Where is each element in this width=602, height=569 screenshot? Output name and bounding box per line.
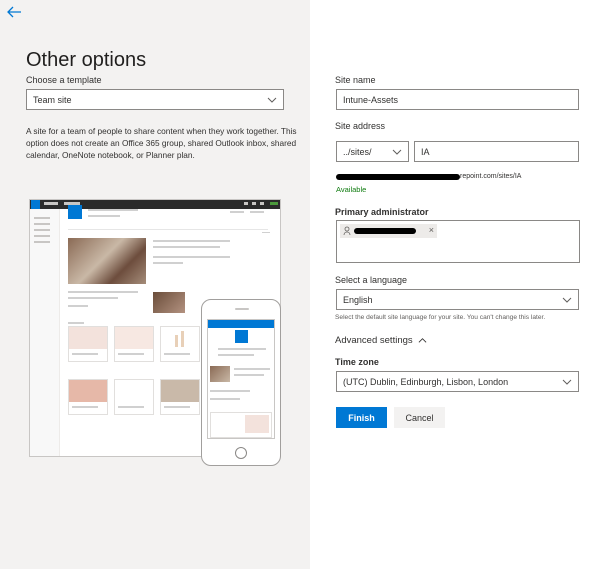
language-hint: Select the default site language for you…	[335, 314, 546, 321]
advanced-settings-toggle[interactable]: Advanced settings	[335, 335, 427, 346]
template-value: Team site	[33, 94, 72, 105]
preview-phone	[201, 299, 281, 466]
preview-site-logo	[68, 205, 82, 219]
site-path-dropdown[interactable]: ../sites/	[336, 141, 409, 162]
advanced-settings-label: Advanced settings	[335, 335, 413, 346]
preview-suite-brand	[44, 202, 58, 205]
avatar	[270, 202, 278, 205]
chevron-down-icon	[392, 149, 402, 155]
admin-persona-pill: ×	[340, 224, 437, 238]
chevron-down-icon	[562, 297, 572, 303]
template-description: A site for a team of people to share con…	[26, 126, 297, 160]
language-dropdown[interactable]: English	[336, 289, 579, 310]
page-title: Other options	[26, 49, 147, 71]
site-url-tail: repoint.com/sites/IA	[460, 173, 522, 180]
site-url-preview: repoint.com/sites/IA	[336, 173, 526, 181]
waffle-icon	[31, 200, 40, 209]
chevron-down-icon	[267, 97, 277, 103]
site-address-input[interactable]: IA	[414, 141, 579, 162]
time-zone-dropdown[interactable]: (UTC) Dublin, Edinburgh, Lisbon, London	[336, 371, 579, 392]
time-zone-label: Time zone	[335, 357, 379, 367]
site-address-label: Site address	[335, 121, 386, 131]
chevron-up-icon	[418, 338, 427, 343]
preview-left-nav	[30, 209, 60, 456]
preview-hero-image	[68, 238, 146, 284]
site-name-input[interactable]: Intune-Assets	[336, 89, 579, 110]
redacted-scribble	[336, 174, 460, 180]
back-arrow-icon[interactable]	[6, 4, 22, 20]
language-label: Select a language	[335, 275, 408, 285]
time-zone-value: (UTC) Dublin, Edinburgh, Lisbon, London	[343, 376, 509, 387]
template-label: Choose a template	[26, 75, 102, 85]
cancel-button[interactable]: Cancel	[394, 407, 445, 428]
remove-icon[interactable]: ×	[429, 225, 434, 235]
person-icon	[343, 226, 353, 236]
language-value: English	[343, 294, 373, 305]
preview-thumbnail-image	[153, 292, 185, 313]
primary-admin-label: Primary administrator	[335, 207, 429, 217]
redacted-scribble	[354, 228, 416, 234]
chevron-down-icon	[562, 379, 572, 385]
template-dropdown[interactable]: Team site	[26, 89, 284, 110]
primary-admin-picker[interactable]: ×	[336, 220, 580, 263]
finish-button[interactable]: Finish	[336, 407, 387, 428]
availability-status: Available	[336, 185, 367, 194]
site-name-label: Site name	[335, 75, 376, 85]
site-path-value: ../sites/	[343, 146, 372, 157]
